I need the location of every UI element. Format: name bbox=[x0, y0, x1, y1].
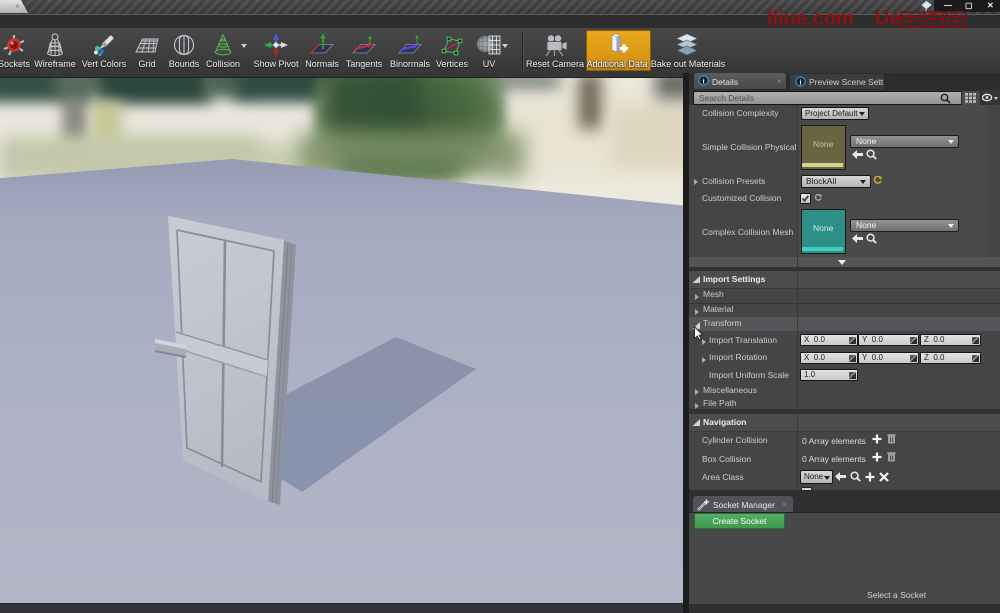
svg-text:i: i bbox=[799, 77, 801, 86]
svg-text:Ue: Ue bbox=[875, 9, 901, 30]
svg-text:liiue.com: liiue.com bbox=[767, 9, 854, 30]
svg-text:i: i bbox=[702, 76, 704, 85]
